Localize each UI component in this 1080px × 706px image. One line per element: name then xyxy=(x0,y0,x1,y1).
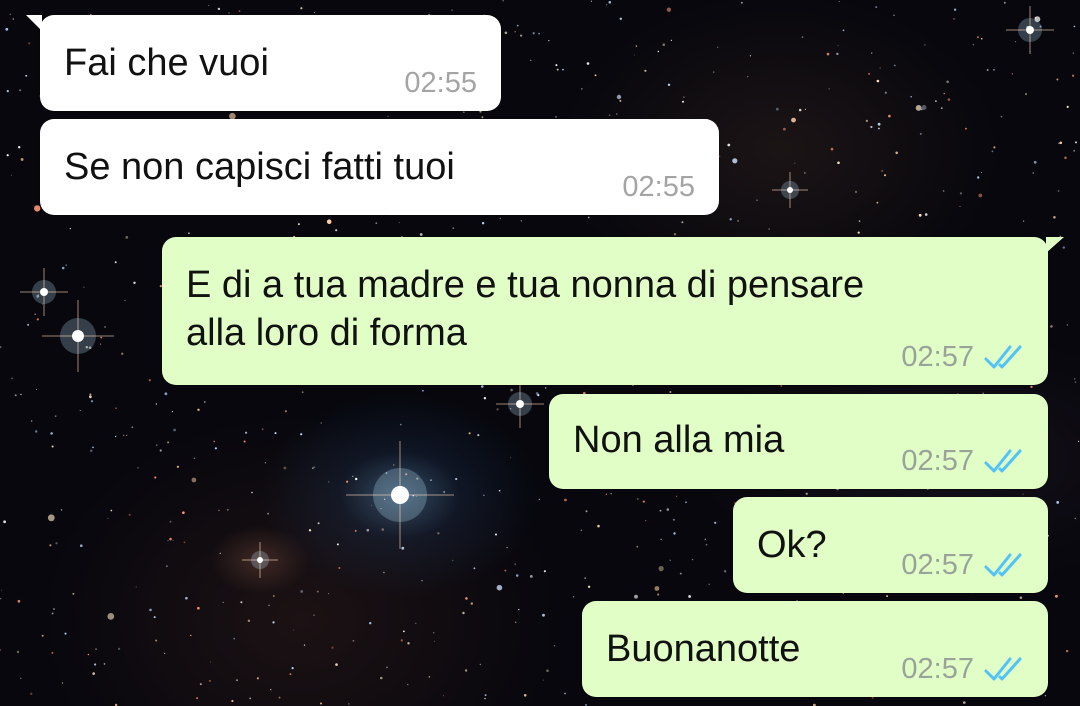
bubble-tail xyxy=(1046,237,1064,253)
message-text: E di a tua madre e tua nonna di pensare … xyxy=(186,264,865,354)
bubble-tail xyxy=(26,15,42,31)
double-check-icon xyxy=(984,447,1024,475)
message-meta: 02:57 xyxy=(901,341,1024,373)
message-time: 02:57 xyxy=(901,341,974,373)
message-meta: 02:57 xyxy=(901,549,1024,581)
incoming-message-bubble[interactable]: Se non capisci fatti tuoi 02:55 xyxy=(40,119,719,215)
outgoing-message-bubble[interactable]: E di a tua madre e tua nonna di pensare … xyxy=(162,237,1064,385)
message-text: Se non capisci fatti tuoi xyxy=(64,146,455,188)
message-text: Fai che vuoi xyxy=(64,42,269,84)
message-text: Non alla mia xyxy=(573,419,785,461)
double-check-icon xyxy=(984,343,1024,371)
message-time: 02:57 xyxy=(901,549,974,581)
message-text: Ok? xyxy=(757,524,827,566)
double-check-icon xyxy=(984,655,1024,683)
message-meta: 02:57 xyxy=(901,653,1024,685)
outgoing-message-bubble[interactable]: Buonanotte 02:57 xyxy=(582,601,1048,697)
message-time: 02:57 xyxy=(901,653,974,685)
double-check-icon xyxy=(984,551,1024,579)
message-meta: 02:55 xyxy=(404,67,477,99)
message-meta: 02:57 xyxy=(901,445,1024,477)
message-time: 02:55 xyxy=(404,67,477,99)
chat-message-list[interactable]: Fai che vuoi 02:55 Se non capisci fatti … xyxy=(0,0,1080,706)
message-meta: 02:55 xyxy=(622,171,695,203)
message-time: 02:57 xyxy=(901,445,974,477)
outgoing-message-bubble[interactable]: Non alla mia 02:57 xyxy=(549,394,1048,489)
message-time: 02:55 xyxy=(622,171,695,203)
outgoing-message-bubble[interactable]: Ok? 02:57 xyxy=(733,497,1048,593)
incoming-message-bubble[interactable]: Fai che vuoi 02:55 xyxy=(26,15,501,111)
message-text: Buonanotte xyxy=(606,628,801,670)
